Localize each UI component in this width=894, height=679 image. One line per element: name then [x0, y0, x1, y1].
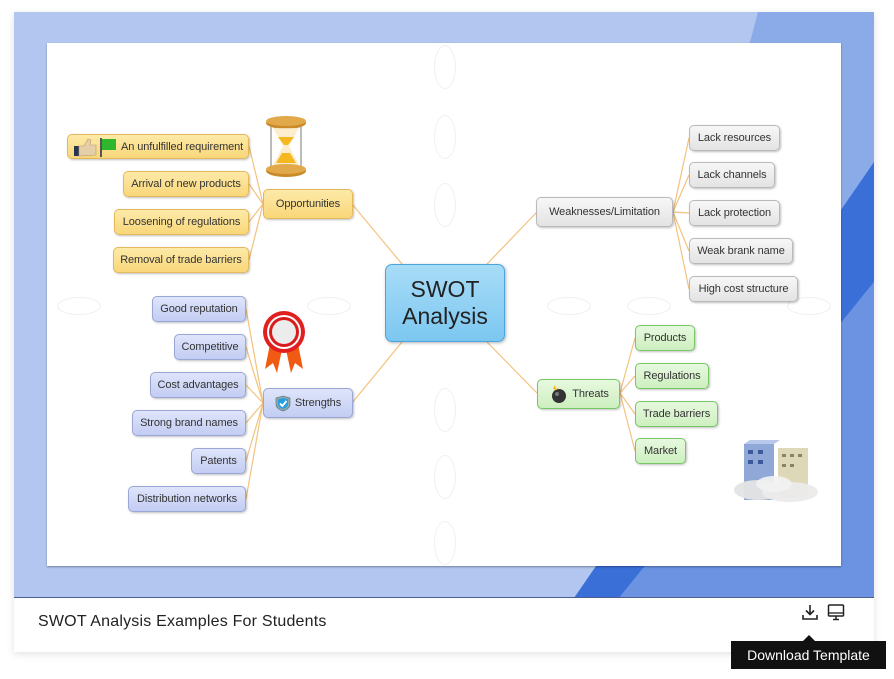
opportunity-item[interactable]: Loosening of regulations — [114, 209, 249, 235]
threat-item[interactable]: Products — [635, 325, 695, 351]
strengths-node[interactable]: Strengths — [263, 388, 353, 418]
strength-item[interactable]: Patents — [191, 448, 246, 474]
bomb-icon — [552, 385, 567, 403]
opportunity-item-label: Arrival of new products — [131, 178, 241, 190]
shield-check-icon — [275, 395, 291, 411]
weakness-item-label: Lack channels — [697, 169, 767, 181]
opportunities-node[interactable]: Opportunities — [263, 189, 353, 219]
center-node[interactable]: SWOT Analysis — [385, 264, 505, 342]
weakness-item-label: Weak brank name — [697, 245, 785, 257]
weakness-item[interactable]: Lack resources — [689, 125, 780, 151]
threat-item-label: Market — [643, 445, 678, 457]
strength-item-label: Distribution networks — [137, 493, 237, 505]
threats-label: Threats — [572, 388, 609, 400]
buildings-cloud-icon — [734, 440, 818, 502]
threat-item[interactable]: Trade barriers — [635, 401, 718, 427]
weaknesses-label: Weaknesses/Limitation — [549, 206, 660, 218]
download-icon[interactable] — [801, 603, 819, 621]
download-tooltip: Download Template — [731, 641, 886, 669]
strength-item-label: Patents — [200, 455, 237, 467]
template-card[interactable]: SWOT Analysis Opportunities An unfulfill… — [14, 12, 874, 652]
center-node-line1: SWOT — [410, 276, 480, 302]
opportunity-item[interactable]: An unfulfilled requirement — [67, 134, 249, 159]
thumbs-up-icon — [74, 137, 116, 157]
mindmap-canvas: SWOT Analysis Opportunities An unfulfill… — [47, 43, 841, 566]
opportunities-label: Opportunities — [275, 198, 341, 210]
opportunity-item-label: Loosening of regulations — [122, 216, 241, 228]
weakness-item-label: Lack protection — [697, 207, 772, 219]
threats-node[interactable]: Threats — [537, 379, 620, 409]
template-title[interactable]: SWOT Analysis Examples For Students — [38, 613, 327, 631]
strength-item[interactable]: Distribution networks — [128, 486, 246, 512]
strength-item[interactable]: Good reputation — [152, 296, 246, 322]
template-preview-banner[interactable]: SWOT Analysis Opportunities An unfulfill… — [14, 12, 874, 598]
award-ribbon-icon — [263, 311, 305, 373]
strength-item-label: Good reputation — [160, 303, 238, 315]
opportunity-item[interactable]: Arrival of new products — [123, 171, 249, 197]
threat-item-label: Trade barriers — [642, 408, 711, 420]
opportunity-item-label: An unfulfilled requirement — [121, 140, 244, 153]
strengths-label: Strengths — [294, 397, 342, 409]
weakness-item[interactable]: Lack protection — [689, 200, 780, 226]
threat-item-label: Regulations — [643, 370, 701, 382]
strength-item[interactable]: Competitive — [174, 334, 246, 360]
monitor-icon[interactable] — [827, 603, 845, 621]
weakness-item-label: Lack resources — [697, 132, 772, 144]
hourglass-icon — [266, 116, 306, 177]
divider — [14, 597, 874, 598]
strength-item-label: Cost advantages — [157, 379, 239, 391]
weakness-item[interactable]: Weak brank name — [689, 238, 793, 264]
strength-item[interactable]: Cost advantages — [150, 372, 246, 398]
strength-item-label: Strong brand names — [140, 417, 238, 429]
strength-item[interactable]: Strong brand names — [132, 410, 246, 436]
threat-item-label: Products — [643, 332, 687, 344]
weaknesses-node[interactable]: Weaknesses/Limitation — [536, 197, 673, 227]
threat-item[interactable]: Market — [635, 438, 686, 464]
opportunity-item[interactable]: Removal of trade barriers — [113, 247, 249, 273]
threat-item[interactable]: Regulations — [635, 363, 709, 389]
strength-item-label: Competitive — [181, 341, 239, 353]
opportunity-item-label: Removal of trade barriers — [120, 254, 242, 266]
weakness-item[interactable]: Lack channels — [689, 162, 775, 188]
weakness-item-label: High cost structure — [698, 283, 789, 295]
weakness-item[interactable]: High cost structure — [689, 276, 798, 302]
center-node-line2: Analysis — [402, 303, 488, 329]
